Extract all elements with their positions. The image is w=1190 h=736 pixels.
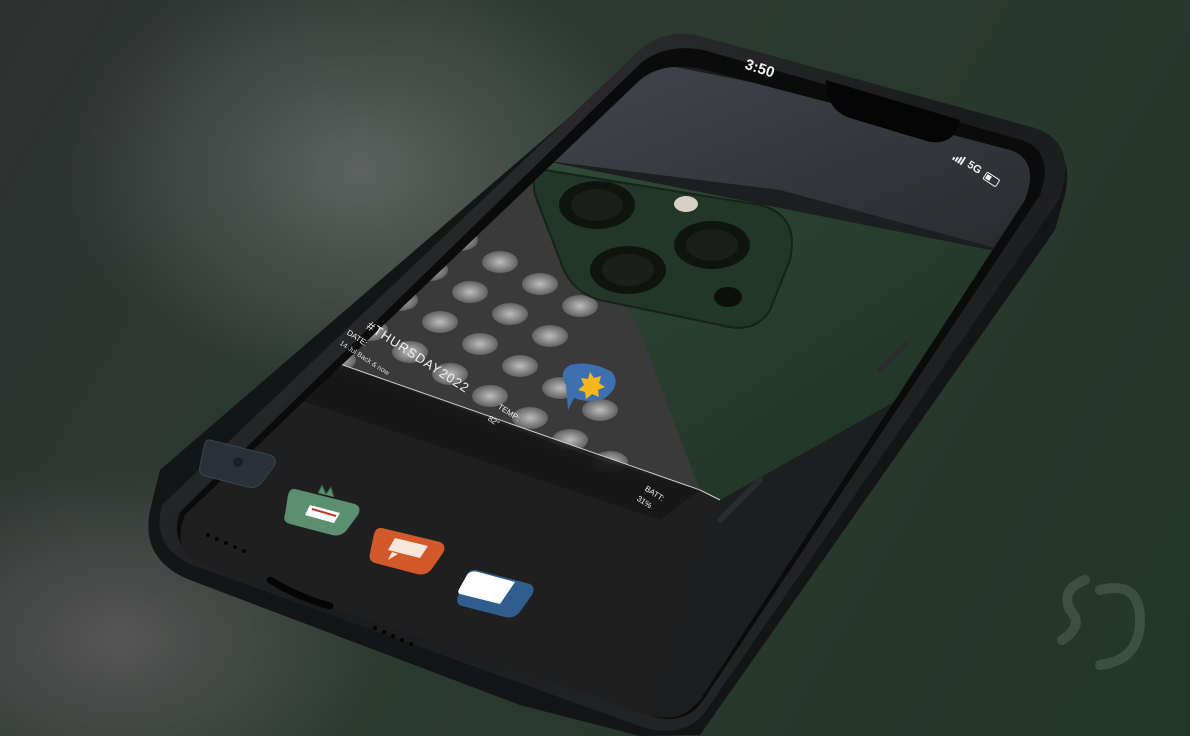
brand-watermark-logo — [1057, 575, 1146, 670]
scene: 3:50 5G #THURSDAY2022 DATE: 14 Jul Back … — [0, 0, 1190, 736]
phone-device — [148, 33, 1146, 736]
